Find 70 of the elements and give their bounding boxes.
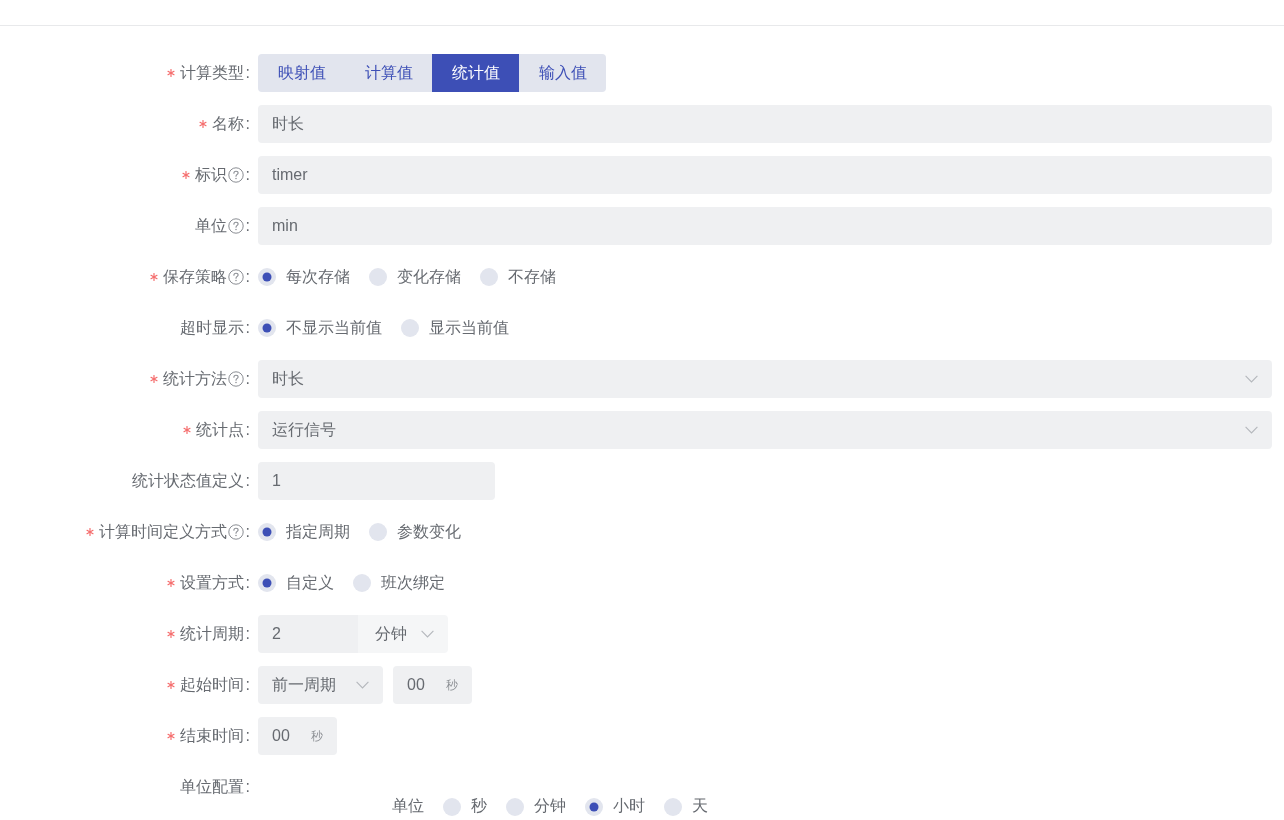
label-colon: : [245,726,250,746]
field-label: 结束时间 [179,726,244,746]
label-colon: : [245,777,250,797]
label-colon: : [245,114,250,134]
label-colon: : [245,573,250,593]
radio-option[interactable]: 参数变化 [369,521,461,543]
number-field[interactable]: 2 [258,615,358,653]
field-label: 统计周期 [179,624,244,644]
radio-option[interactable]: 秒 [443,796,487,817]
field-label: 起始时间 [179,675,244,695]
field-label: 单位配置 [179,777,244,797]
label-colon: : [245,522,250,542]
field-label: 统计点 [195,420,244,440]
chevron-down-icon [421,630,434,638]
label-colon: : [245,63,250,83]
label-colon: : [245,165,250,185]
text-field[interactable]: 1 [258,462,495,500]
text-field[interactable]: min [258,207,1272,245]
field-label: 计算类型 [179,63,244,83]
field-label: 保存策略 [162,267,227,287]
segment-tab[interactable]: 计算值 [345,54,432,92]
field-label: 名称 [211,114,244,134]
help-icon[interactable] [227,269,244,285]
radio-option[interactable]: 每次存储 [258,266,350,288]
field-label: 统计方法 [162,369,227,389]
text-field[interactable]: timer [258,156,1272,194]
chevron-down-icon [356,681,369,689]
help-icon[interactable] [227,524,244,540]
period-select[interactable]: 前一周期 [258,666,383,704]
label-colon: : [245,369,250,389]
unit-suffix: 秒 [446,676,458,694]
help-icon[interactable] [227,167,244,183]
unit-select[interactable]: 分钟 [358,615,448,653]
unit-suffix: 秒 [311,727,323,745]
select-field[interactable]: 时长 [258,360,1272,398]
label-colon: : [245,318,250,338]
segment-tab[interactable]: 映射值 [258,54,345,92]
field-label: 超时显示 [179,318,244,338]
radio-option[interactable]: 显示当前值 [401,317,509,339]
radio-option[interactable]: 自定义 [258,572,334,594]
help-icon[interactable] [227,371,244,387]
label-colon: : [245,267,250,287]
radio-option[interactable]: 小时 [585,796,645,817]
time-field[interactable]: 00 秒 [258,717,337,755]
label-colon: : [245,471,250,491]
segment-tab[interactable]: 输入值 [519,54,606,92]
chevron-down-icon [1245,426,1258,434]
field-label: 单位 [392,796,424,816]
text-field[interactable]: 时长 [258,105,1272,143]
segment-tab[interactable]: 统计值 [432,54,519,92]
radio-option[interactable]: 班次绑定 [353,572,445,594]
radio-option[interactable]: 分钟 [506,796,566,817]
label-colon: : [245,420,250,440]
label-colon: : [245,675,250,695]
field-label: 标识 [194,165,227,185]
field-label: 设置方式 [179,573,244,593]
field-label: 计算时间定义方式 [98,522,227,542]
radio-option[interactable]: 不显示当前值 [258,317,382,339]
chevron-down-icon [1245,375,1258,383]
radio-option[interactable]: 不存储 [480,266,556,288]
select-field[interactable]: 运行信号 [258,411,1272,449]
field-label: 单位 [194,216,227,236]
time-field[interactable]: 00 秒 [393,666,472,704]
field-label: 统计状态值定义 [131,471,244,491]
label-colon: : [245,624,250,644]
radio-option[interactable]: 变化存储 [369,266,461,288]
help-icon[interactable] [227,218,244,234]
label-colon: : [245,216,250,236]
radio-option[interactable]: 天 [664,796,708,817]
radio-option[interactable]: 指定周期 [258,521,350,543]
